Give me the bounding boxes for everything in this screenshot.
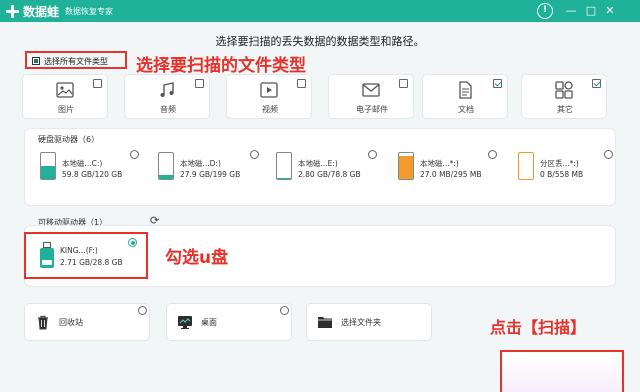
drive-size: 27.0 MB/295 MB [420, 170, 482, 179]
file-type-document[interactable]: 文档 [422, 74, 508, 119]
file-type-video[interactable]: 视频 [226, 74, 312, 119]
page-heading: 选择要扫描的丢失数据的数据类型和路径。 [215, 35, 425, 48]
file-type-label: 电子邮件 [356, 105, 388, 114]
file-type-other[interactable]: 其它 [521, 74, 607, 119]
location-radio[interactable] [138, 306, 147, 315]
location-label: 回收站 [59, 318, 83, 327]
help-button[interactable]: ! [537, 3, 553, 19]
annotation-click-scan: 点击【扫描】 [490, 318, 587, 337]
drive-item[interactable]: 分区丢...*:) 0 B/558 MB [508, 150, 618, 190]
hard-drive-title: 硬盘驱动器（6） [38, 135, 100, 144]
file-type-checkbox[interactable] [493, 79, 502, 88]
file-type-label: 音频 [160, 105, 176, 114]
drive-name: 本地磁...D:) [180, 159, 221, 168]
drive-radio[interactable] [604, 150, 613, 159]
minimize-button[interactable]: — [563, 3, 579, 19]
drive-size: 0 B/558 MB [540, 170, 584, 179]
drive-size: 27.9 GB/199 GB [180, 170, 241, 179]
file-type-label: 文档 [458, 105, 474, 114]
drive-item[interactable]: 本地磁...D:) 27.9 GB/199 GB [148, 150, 259, 190]
document-icon [459, 81, 472, 99]
annotation-check-usb: 勾选u盘 [165, 248, 229, 268]
location-label: 桌面 [201, 318, 217, 327]
file-type-checkbox[interactable] [399, 79, 408, 88]
drive-name: 分区丢...*:) [540, 159, 579, 168]
location-label: 选择文件夹 [341, 318, 381, 327]
drive-radio[interactable] [488, 150, 497, 159]
drive-name: 本地磁...*:) [420, 159, 459, 168]
hard-drive-icon [518, 152, 534, 180]
file-type-audio[interactable]: 音频 [124, 74, 210, 119]
drive-name: 本地磁...E:) [298, 159, 338, 168]
location-choose-folder[interactable]: 选择文件夹 [306, 303, 432, 341]
hard-drive-icon [158, 152, 174, 180]
recycle-bin-icon [38, 315, 48, 330]
annotation-select-types: 选择要扫描的文件类型 [136, 56, 306, 76]
file-type-checkbox[interactable] [297, 79, 306, 88]
select-all-highlight [25, 51, 127, 69]
close-button[interactable]: ✕ [602, 3, 618, 19]
location-desktop[interactable]: 桌面 [166, 303, 292, 341]
drive-radio[interactable] [130, 150, 139, 159]
file-type-label: 视频 [262, 105, 278, 114]
drive-item[interactable]: 本地磁...E:) 2.80 GB/78.8 GB [266, 150, 377, 190]
file-type-email[interactable]: 电子邮件 [328, 74, 414, 119]
drive-radio[interactable] [368, 150, 377, 159]
folder-icon [318, 317, 332, 328]
app-logo: 数据蛙 数据恢复专家 [6, 3, 113, 20]
location-recycle-bin[interactable]: 回收站 [24, 303, 150, 341]
drive-name: 本地磁...C:) [62, 159, 103, 168]
drive-radio[interactable] [250, 150, 259, 159]
hard-drive-icon [276, 152, 292, 180]
file-type-image[interactable]: 图片 [22, 74, 108, 119]
drive-item[interactable]: 本地磁...*:) 27.0 MB/295 MB [388, 150, 498, 190]
app-subtitle: 数据恢复专家 [65, 6, 114, 16]
drive-item[interactable]: 本地磁...C:) 59.8 GB/120 GB [30, 150, 140, 190]
drive-size: 59.8 GB/120 GB [62, 170, 123, 179]
desktop-icon [178, 316, 192, 329]
hard-drive-icon [40, 152, 56, 180]
usb-drive-highlight [24, 232, 148, 279]
other-icon [555, 81, 573, 99]
drive-size: 2.80 GB/78.8 GB [298, 170, 361, 179]
video-icon [260, 82, 278, 98]
plus-logo-icon [6, 4, 19, 18]
location-radio[interactable] [280, 306, 289, 315]
hard-drive-icon [398, 152, 414, 180]
file-type-checkbox[interactable] [592, 79, 601, 88]
music-icon [160, 82, 174, 97]
image-icon [56, 82, 74, 98]
file-type-checkbox[interactable] [195, 79, 204, 88]
title-bar: 数据蛙 数据恢复专家 ! — □ ✕ [0, 0, 640, 22]
scan-button-highlight[interactable] [500, 350, 624, 392]
app-name: 数据蛙 [23, 4, 60, 19]
email-icon [362, 83, 380, 97]
file-type-label: 图片 [58, 105, 74, 114]
file-type-checkbox[interactable] [93, 79, 102, 88]
file-type-label: 其它 [557, 105, 573, 114]
maximize-button[interactable]: □ [583, 3, 599, 19]
